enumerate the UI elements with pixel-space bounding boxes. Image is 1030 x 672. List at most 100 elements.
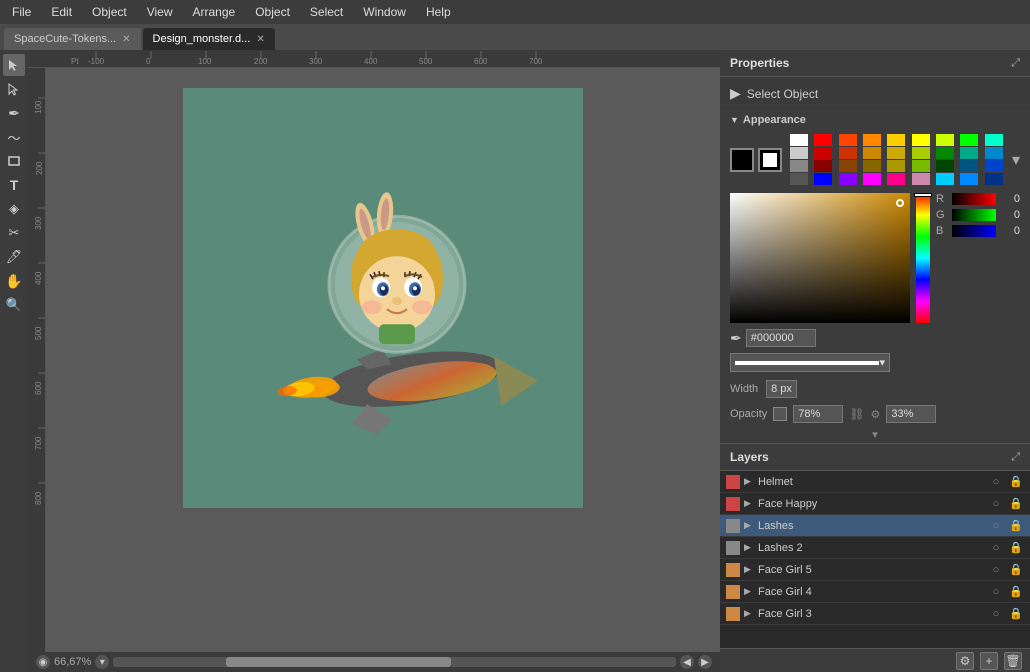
layer-expand-arrow[interactable]: ▶ [744, 520, 754, 531]
layer-visibility-icon[interactable]: ○ [988, 564, 1004, 576]
tool-zoom[interactable]: 🔍 [3, 294, 25, 316]
menu-arrange[interactable]: Arrange [189, 3, 240, 21]
color-swatch-cell[interactable] [790, 134, 808, 146]
layer-expand-arrow[interactable]: ▶ [744, 542, 754, 553]
color-swatch-cell[interactable] [936, 134, 954, 146]
layer-item[interactable]: ▶ Lashes ○ 🔒 [720, 515, 1030, 537]
g-bar[interactable] [952, 209, 996, 221]
color-swatch-cell[interactable] [814, 160, 832, 172]
color-swatch-cell[interactable] [936, 147, 954, 159]
tool-select[interactable] [3, 54, 25, 76]
scroll-right[interactable]: ▶ [698, 655, 712, 669]
canvas-content[interactable] [183, 88, 583, 508]
layer-expand-arrow[interactable]: ▶ [744, 476, 754, 487]
color-swatch-cell[interactable] [887, 173, 905, 185]
layers-new-button[interactable]: + [980, 652, 998, 670]
appearance-header[interactable]: ▼ Appearance [720, 110, 1030, 130]
color-swatch-cell[interactable] [912, 147, 930, 159]
color-swatch-cell[interactable] [839, 160, 857, 172]
tab-spacecute-close[interactable]: ✕ [122, 34, 130, 45]
opacity-input[interactable] [793, 405, 843, 423]
fill-swatch[interactable] [730, 148, 754, 172]
layers-settings-button[interactable]: ⚙ [956, 652, 974, 670]
menu-help[interactable]: Help [422, 3, 455, 21]
tool-pen[interactable]: ✒ [3, 102, 25, 124]
layer-lock-icon[interactable]: 🔒 [1008, 519, 1024, 532]
tool-type[interactable]: T [3, 174, 25, 196]
color-swatch-cell[interactable] [985, 160, 1003, 172]
color-swatch-cell[interactable] [960, 147, 978, 159]
layer-item[interactable]: ▶ Face Girl 3 ○ 🔒 [720, 603, 1030, 625]
tab-design-monster-close[interactable]: ✕ [256, 34, 264, 45]
more-colors-icon[interactable]: ▾ [1012, 150, 1020, 170]
color-swatch-cell[interactable] [814, 134, 832, 146]
r-bar[interactable] [952, 193, 996, 205]
scrollbar-thumb[interactable] [226, 657, 451, 667]
color-swatch-cell[interactable] [985, 173, 1003, 185]
color-swatch-cell[interactable] [960, 173, 978, 185]
color-swatch-cell[interactable] [839, 147, 857, 159]
properties-expand-icon[interactable]: ⤢ [1011, 57, 1020, 70]
layer-visibility-icon[interactable]: ○ [988, 586, 1004, 598]
opacity-input2[interactable] [886, 405, 936, 423]
tab-spacecute[interactable]: SpaceCute-Tokens... ✕ [4, 28, 141, 50]
opacity-checkbox[interactable] [773, 407, 787, 421]
layer-item[interactable]: ▶ Face Girl 5 ○ 🔒 [720, 559, 1030, 581]
layer-visibility-icon[interactable]: ○ [988, 520, 1004, 532]
layer-expand-arrow[interactable]: ▶ [744, 498, 754, 509]
color-swatch-cell[interactable] [863, 160, 881, 172]
color-swatch-cell[interactable] [936, 160, 954, 172]
color-swatch-cell[interactable] [863, 173, 881, 185]
scroll-left[interactable]: ◀ [680, 655, 694, 669]
horizontal-scrollbar[interactable] [113, 657, 676, 667]
menu-select[interactable]: Select [306, 3, 347, 21]
layer-item[interactable]: ▶ Face Happy ○ 🔒 [720, 493, 1030, 515]
zoom-dropdown[interactable]: ▾ [95, 655, 109, 669]
layer-expand-arrow[interactable]: ▶ [744, 586, 754, 597]
layer-visibility-icon[interactable]: ○ [988, 476, 1004, 488]
color-swatch-cell[interactable] [863, 134, 881, 146]
canvas-scroll[interactable]: 100 200 300 400 500 600 70 [28, 68, 720, 652]
color-swatch-cell[interactable] [814, 147, 832, 159]
layers-expand-icon[interactable]: ⤢ [1011, 451, 1020, 464]
layer-item[interactable]: ▶ Helmet ○ 🔒 [720, 471, 1030, 493]
color-swatch-cell[interactable] [912, 134, 930, 146]
color-swatch-cell[interactable] [839, 134, 857, 146]
tool-direct-select[interactable] [3, 78, 25, 100]
layer-visibility-icon[interactable]: ○ [988, 498, 1004, 510]
layer-lock-icon[interactable]: 🔒 [1008, 563, 1024, 576]
color-swatch-cell[interactable] [912, 160, 930, 172]
layer-visibility-icon[interactable]: ○ [988, 542, 1004, 554]
layer-item[interactable]: ▶ Lashes 2 ○ 🔒 [720, 537, 1030, 559]
color-swatch-cell[interactable] [985, 134, 1003, 146]
menu-view[interactable]: View [143, 3, 177, 21]
menu-object[interactable]: Object [88, 3, 131, 21]
layer-lock-icon[interactable]: 🔒 [1008, 475, 1024, 488]
canvas-container[interactable] [46, 68, 720, 652]
color-swatch-cell[interactable] [887, 160, 905, 172]
color-swatch-cell[interactable] [790, 173, 808, 185]
layer-lock-icon[interactable]: 🔒 [1008, 585, 1024, 598]
stroke-swatch[interactable] [758, 148, 782, 172]
color-swatch-cell[interactable] [863, 147, 881, 159]
color-swatch-cell[interactable] [985, 147, 1003, 159]
layer-lock-icon[interactable]: 🔒 [1008, 497, 1024, 510]
layer-lock-icon[interactable]: 🔒 [1008, 541, 1024, 554]
tool-eyedropper[interactable]: 🖊 [3, 246, 25, 268]
layer-expand-arrow[interactable]: ▶ [744, 608, 754, 619]
color-swatch-cell[interactable] [936, 173, 954, 185]
color-swatch-cell[interactable] [960, 134, 978, 146]
color-swatch-cell[interactable] [790, 160, 808, 172]
color-swatch-cell[interactable] [960, 160, 978, 172]
layer-lock-icon[interactable]: 🔒 [1008, 607, 1024, 620]
tool-gradient[interactable]: ◈ [3, 198, 25, 220]
hue-slider[interactable] [916, 193, 930, 323]
layer-expand-arrow[interactable]: ▶ [744, 564, 754, 575]
color-swatch-cell[interactable] [912, 173, 930, 185]
tool-rectangle[interactable] [3, 150, 25, 172]
eyedropper-icon[interactable]: ✒ [730, 330, 742, 347]
color-swatch-cell[interactable] [814, 173, 832, 185]
layers-delete-button[interactable]: 🗑 [1004, 652, 1022, 670]
tool-curvature[interactable]: 〜 [3, 126, 25, 148]
color-swatch-cell[interactable] [839, 173, 857, 185]
